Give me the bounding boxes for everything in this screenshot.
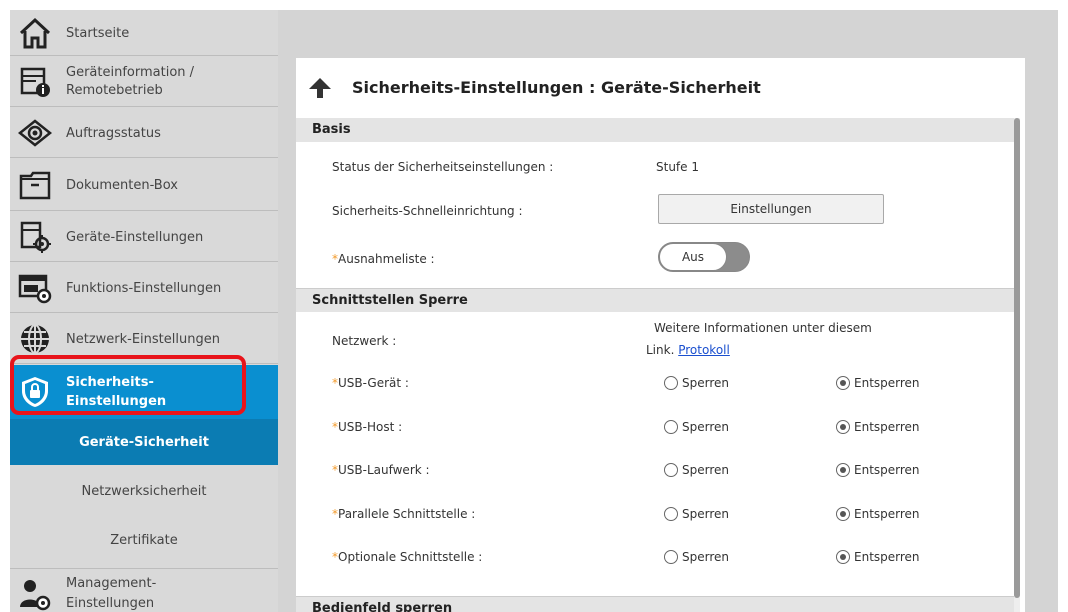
sidebar-subitem-label: Netzwerksicherheit [81,483,207,499]
sidebar-item-auftragsstatus[interactable]: Auftragsstatus [10,108,278,158]
sidebar-item-startseite[interactable]: Startseite [10,10,278,56]
sidebar: Startseite Geräteinformation / Remotebet… [10,10,278,612]
eye-icon [18,116,52,150]
sidebar-item-label: Sicherheits- [66,375,154,390]
sidebar-item-label-line2: Einstellungen [66,596,155,611]
sidebar-subitem-geraete-sicherheit[interactable]: Geräte-Sicherheit [10,419,278,465]
usb-host-sperren-radio[interactable]: Sperren [664,420,729,434]
schnelleinrichtung-label: Sicherheits-Schnelleinrichtung : [332,204,523,218]
home-icon [18,16,52,50]
sidebar-item-label: Geräteinformation / [66,65,195,80]
optionale-schnittstelle-label: *Optionale Schnittstelle : [332,550,483,564]
shield-lock-icon [18,375,52,409]
usb-geraet-entsperren-radio[interactable]: Entsperren [836,376,920,390]
sidebar-item-netzwerk-einstellungen[interactable]: Netzwerk-Einstellungen [10,314,278,364]
sidebar-item-management-einstellungen[interactable]: Management- Einstellungen [10,568,278,612]
sidebar-item-dokumenten-box[interactable]: Dokumenten-Box [10,159,278,211]
sidebar-item-label: Auftragsstatus [66,126,161,141]
section-basis: Basis [296,118,1014,142]
usb-laufwerk-label: *USB-Laufwerk : [332,463,430,477]
netzwerk-label: Netzwerk : [332,334,397,348]
box-icon [18,168,52,202]
sidebar-item-funktions-einstellungen[interactable]: Funktions-Einstellungen [10,263,278,313]
netzwerk-info: Weitere Informationen unter diesem [654,321,872,335]
sidebar-subitem-label: Geräte-Sicherheit [79,434,209,450]
sidebar-item-label: Funktions-Einstellungen [66,281,222,296]
up-arrow-icon[interactable] [308,77,332,103]
scrollbar[interactable] [1014,118,1020,612]
usb-geraet-sperren-radio[interactable]: Sperren [664,376,729,390]
ausnahmeliste-toggle[interactable]: Aus [658,242,750,272]
sidebar-item-label: Dokumenten-Box [66,178,178,193]
usb-host-entsperren-radio[interactable]: Entsperren [836,420,920,434]
sidebar-item-geraeteinformation[interactable]: Geräteinformation / Remotebetrieb [10,57,278,107]
toggle-knob: Aus [659,243,727,271]
parallele-entsperren-radio[interactable]: Entsperren [836,507,920,521]
parallele-sperren-radio[interactable]: Sperren [664,507,729,521]
sidebar-item-geraete-einstellungen[interactable]: Geräte-Einstellungen [10,212,278,262]
section-schnittstellen: Schnittstellen Sperre [296,288,1014,312]
parallele-schnittstelle-label: *Parallele Schnittstelle : [332,507,476,521]
status-label: Status der Sicherheitseinstellungen : [332,160,554,174]
sidebar-item-label: Geräte-Einstellungen [66,230,204,245]
sidebar-item-label: Startseite [66,26,130,41]
page-title: Sicherheits-Einstellungen : Geräte-Siche… [352,78,761,97]
usb-geraet-label: *USB-Gerät : [332,376,409,390]
globe-icon [18,322,52,356]
sidebar-subitem-label: Zertifikate [110,532,178,548]
sidebar-item-label: Management- [66,576,157,591]
ausnahmeliste-label: *Ausnahmeliste : [332,252,435,266]
sidebar-subitem-netzwerksicherheit[interactable]: Netzwerksicherheit [10,468,278,514]
sidebar-item-label-line2: Remotebetrieb [66,83,163,98]
device-settings-icon [18,220,52,254]
sidebar-subitem-zertifikate[interactable]: Zertifikate [10,517,278,563]
optionale-entsperren-radio[interactable]: Entsperren [836,550,920,564]
usb-host-label: *USB-Host : [332,420,403,434]
title-bar: Sicherheits-Einstellungen : Geräte-Siche… [296,58,1025,116]
protokoll-link[interactable]: Protokoll [678,343,730,357]
optionale-sperren-radio[interactable]: Sperren [664,550,729,564]
sidebar-item-label-line2: Einstellungen [66,394,167,409]
status-value: Stufe 1 [656,160,699,174]
function-settings-icon [18,271,52,305]
settings-panel: Sicherheits-Einstellungen : Geräte-Siche… [296,58,1025,612]
management-icon [18,577,52,611]
device-info-icon [18,65,52,99]
netzwerk-link-row: Link. Protokoll [646,343,730,357]
section-bedienfeld: Bedienfeld sperren [296,596,1014,612]
scrollbar-thumb[interactable] [1014,118,1020,598]
usb-laufwerk-sperren-radio[interactable]: Sperren [664,463,729,477]
sidebar-item-sicherheits-einstellungen[interactable]: Sicherheits- Einstellungen [10,365,278,419]
sidebar-item-label: Netzwerk-Einstellungen [66,332,220,347]
usb-laufwerk-entsperren-radio[interactable]: Entsperren [836,463,920,477]
einstellungen-button[interactable]: Einstellungen [658,194,884,224]
